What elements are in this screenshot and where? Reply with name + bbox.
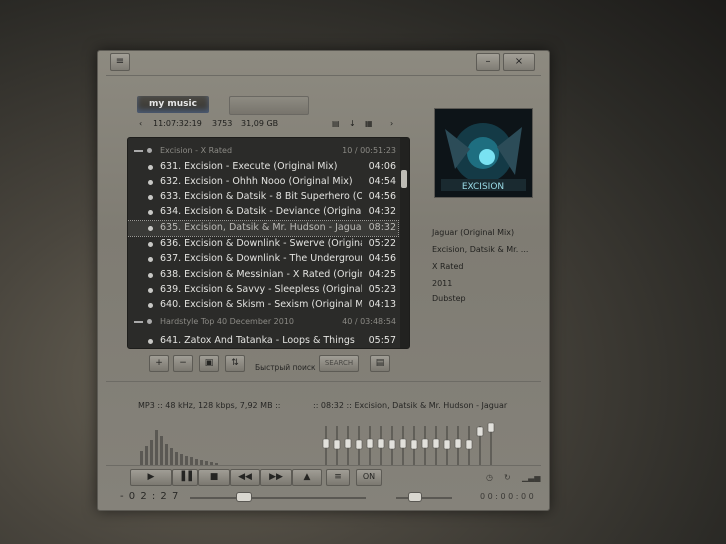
stop-button[interactable]: ■ (198, 469, 230, 486)
next-button[interactable]: ▶▶ (260, 469, 292, 486)
menu-icon: ≡ (115, 56, 125, 67)
bullet-icon (148, 180, 153, 185)
clock-icon[interactable]: ◷ (486, 473, 493, 482)
table-row[interactable]: 640. Excision & Skism - Sexism (Original… (128, 298, 398, 313)
library-time: 11:07:32:19 (153, 119, 202, 128)
meta-artist: Excision, Datsik & Mr. ... (432, 245, 529, 254)
elapsed-time: - 0 2 : 2 7 (120, 491, 180, 502)
prev-page-icon[interactable]: ‹ (139, 119, 142, 128)
tab-secondary[interactable] (229, 96, 309, 115)
bullet-icon (147, 148, 152, 153)
playlist-toggle-button[interactable]: ≡ (326, 469, 350, 486)
now-playing-text: :: 08:32 :: Excision, Datsik & Mr. Hudso… (313, 401, 508, 410)
pause-button[interactable]: ▐▐ (172, 469, 198, 486)
table-row[interactable]: 633. Excision & Datsik - 8 Bit Superhero… (128, 190, 398, 205)
search-button[interactable]: SEARCH (319, 355, 359, 372)
scrollbar-thumb[interactable] (401, 170, 407, 188)
table-row[interactable]: 632. Excision - Ohhh Nooo (Original Mix)… (128, 175, 398, 190)
eject-button[interactable]: ▲ (292, 469, 322, 486)
meta-title: Jaguar (Original Mix) (432, 228, 515, 237)
table-row[interactable]: 639. Excision & Savvy - Sleepless (Origi… (128, 283, 398, 298)
volume-bars-icon[interactable]: ▁▃▅ (522, 473, 540, 482)
meta-genre: Dubstep (432, 294, 466, 303)
sort-button[interactable]: ⇅ (225, 355, 245, 372)
library-count: 3753 (212, 119, 233, 128)
total-time: 0 0 : 0 0 : 0 0 (480, 492, 534, 501)
add-button[interactable]: + (149, 355, 169, 372)
collapse-icon[interactable] (134, 321, 143, 323)
tab-my-music[interactable]: my music (137, 96, 209, 113)
table-row[interactable]: 634. Excision & Datsik - Deviance (Origi… (128, 205, 398, 220)
table-row[interactable]: 631. Excision - Execute (Original Mix) 04… (128, 160, 398, 175)
bullet-icon (148, 210, 153, 215)
cover-logo-text: EXCISION (462, 182, 504, 192)
page-button[interactable]: ▤ (370, 355, 390, 372)
meta-album: X Rated (432, 262, 464, 271)
download-icon[interactable]: ↓ (349, 119, 356, 128)
player-window: ≡ – × my music ‹ 11:07:32:19 3753 31,09 … (97, 50, 550, 511)
album-cover-art: EXCISION (435, 109, 532, 197)
bullet-icon (148, 339, 153, 344)
table-row[interactable]: 636. Excision & Downlink - Swerve (Origi… (128, 237, 398, 252)
table-row-selected[interactable]: 635. Excision, Datsik & Mr. Hudson - Jag… (128, 220, 399, 237)
next-page-icon[interactable]: › (390, 119, 393, 128)
playlist[interactable]: Excision - X Rated 10 / 00:51:23 631. Ex… (127, 137, 410, 349)
album-cover: EXCISION (434, 108, 533, 198)
previous-button[interactable]: ◀◀ (230, 469, 260, 486)
bullet-icon (148, 195, 153, 200)
seek-bar[interactable] (190, 497, 366, 499)
quick-search-hint: Быстрый поиск (255, 363, 316, 372)
volume-slider[interactable] (396, 497, 452, 499)
repeat-icon[interactable]: ↻ (504, 473, 511, 482)
format-info: MP3 :: 48 kHz, 128 kbps, 7,92 MB :: (138, 401, 281, 410)
playlist-scrollbar[interactable] (400, 138, 409, 348)
library-info-bar: ‹ 11:07:32:19 3753 31,09 GB ▤ ↓ ▦ › (128, 118, 408, 132)
bullet-icon (148, 165, 153, 170)
bullet-icon (148, 226, 153, 231)
playlist-group-header[interactable]: Excision - X Rated 10 / 00:51:23 (128, 143, 398, 159)
equalizer[interactable] (322, 421, 502, 466)
playlist-group-header[interactable]: Hardstyle Top 40 December 2010 40 / 03:4… (128, 314, 398, 330)
meta-year: 2011 (432, 279, 453, 288)
grid-icon[interactable]: ▦ (365, 119, 373, 128)
table-row[interactable]: 637. Excision & Downlink - The Undergrou… (128, 252, 398, 267)
bullet-icon (148, 288, 153, 293)
bullet-icon (147, 319, 152, 324)
minimize-button[interactable]: – (476, 53, 500, 71)
collapse-icon[interactable] (134, 150, 143, 152)
seek-handle[interactable] (236, 492, 252, 502)
library-size: 31,09 GB (241, 119, 279, 128)
play-button[interactable]: ▶ (130, 469, 172, 486)
table-row[interactable]: 641. Zatox And Tatanka - Loops & Things 0… (128, 334, 398, 348)
bullet-icon (148, 257, 153, 262)
bullet-icon (148, 242, 153, 247)
eq-on-button[interactable]: ON (356, 469, 382, 486)
menu-button[interactable]: ≡ (110, 53, 130, 71)
remove-button[interactable]: − (173, 355, 193, 372)
volume-handle[interactable] (408, 492, 422, 502)
save-icon[interactable]: ▤ (332, 119, 340, 128)
close-button[interactable]: × (503, 53, 535, 71)
bullet-icon (148, 303, 153, 308)
spectrum-visualizer (140, 430, 218, 466)
copy-button[interactable]: ▣ (199, 355, 219, 372)
bullet-icon (148, 273, 153, 278)
table-row[interactable]: 638. Excision & Messinian - X Rated (Ori… (128, 268, 398, 283)
